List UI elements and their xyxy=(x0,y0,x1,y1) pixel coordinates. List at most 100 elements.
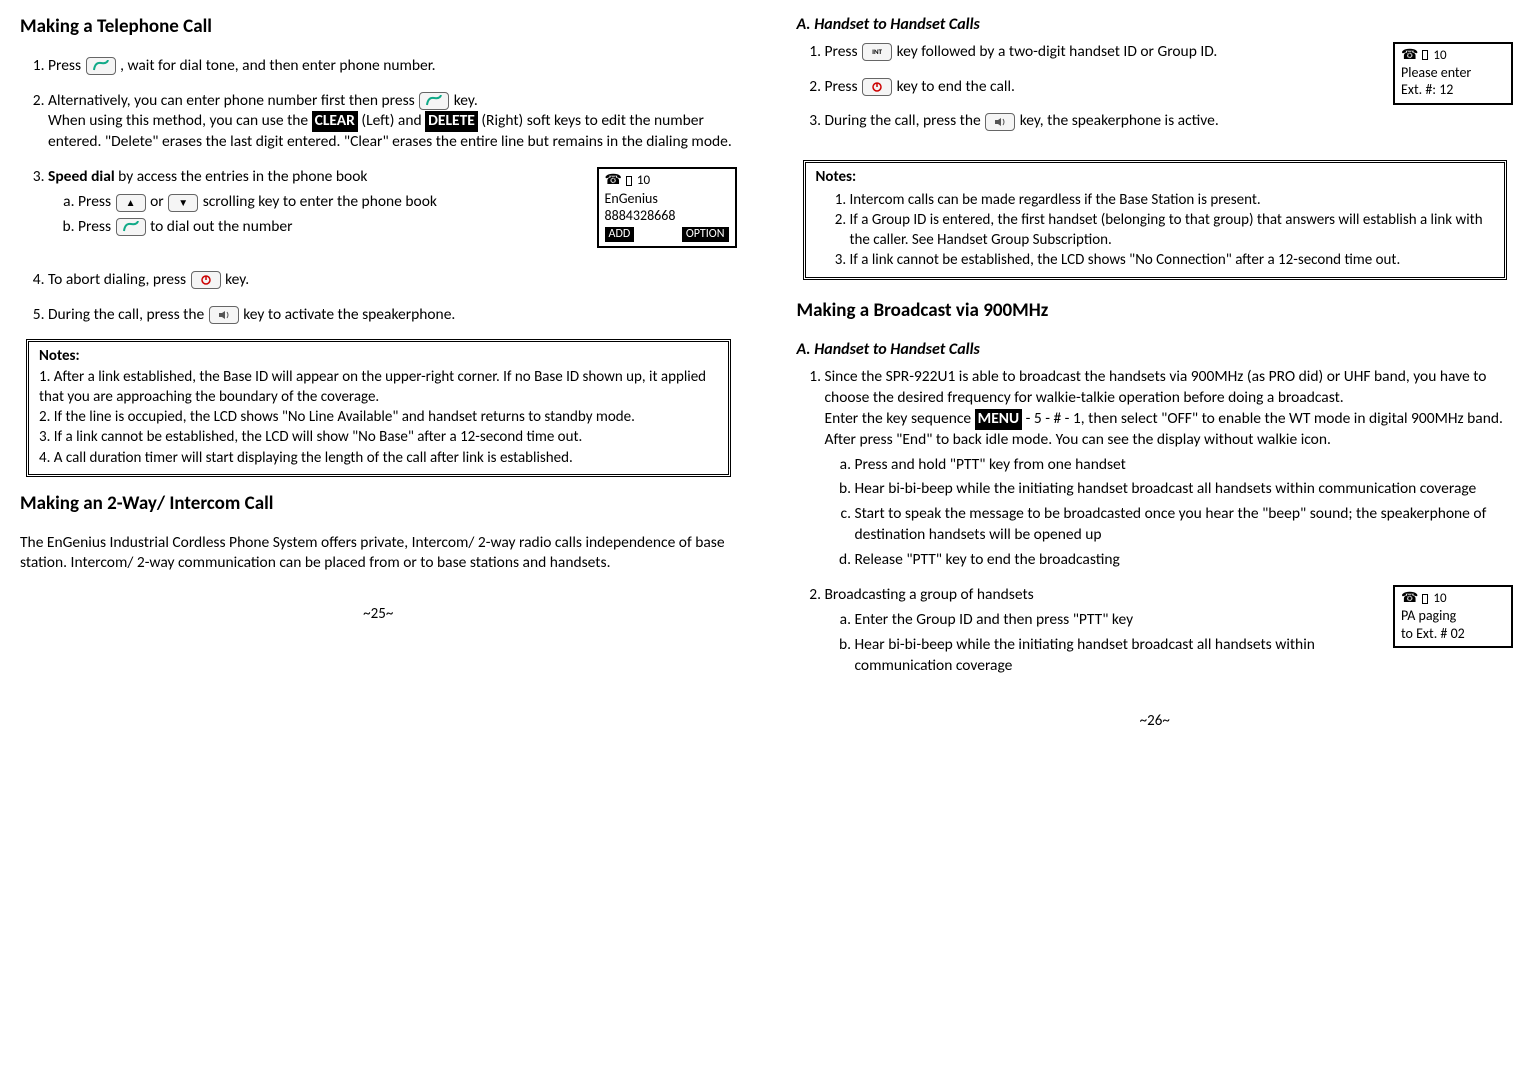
text: Alternatively, you can enter phone numbe… xyxy=(48,91,418,110)
intercom-intro: The EnGenius Industrial Cordless Phone S… xyxy=(20,533,737,575)
menu-softkey: MENU xyxy=(975,409,1022,430)
lcd-pa: ☎ 10 PA paging to Ext. # 02 xyxy=(1393,585,1513,648)
notes-title: Notes: xyxy=(816,167,1495,187)
speaker-key-icon xyxy=(985,113,1015,131)
speed-dial-label: Speed dial xyxy=(48,167,115,186)
r-note-2: If a Group ID is entered, the first hand… xyxy=(850,210,1495,251)
text: scrolling key to enter the phone book xyxy=(203,192,437,211)
end-key-icon xyxy=(862,78,892,96)
lcd-speed-dial: ☎ 10 EnGenius 8884328668 ADD OPTION xyxy=(597,167,737,247)
lcd-line2: to Ext. # 02 xyxy=(1401,625,1505,643)
lcd-id: 10 xyxy=(1433,48,1446,63)
page-25: Making a Telephone Call Press , wait for… xyxy=(20,10,737,731)
lcd-line2: 8884328668 xyxy=(605,207,729,225)
text: (Left) and xyxy=(361,111,425,130)
heading-handset-calls-a2: A. Handset to Handset Calls xyxy=(797,339,1514,361)
text: key to activate the speakerphone. xyxy=(243,305,455,324)
text: by access the entries in the phone book xyxy=(115,167,368,186)
text: Press xyxy=(825,77,862,96)
step-4: To abort dialing, press key. xyxy=(48,270,737,291)
call-steps: Press , wait for dial tone, and then ent… xyxy=(20,56,737,326)
r-note-3: If a link cannot be established, the LCD… xyxy=(850,250,1495,270)
step-2: Alternatively, you can enter phone numbe… xyxy=(48,91,737,154)
end-key-icon xyxy=(191,271,221,289)
text: During the call, press the xyxy=(48,305,208,324)
flash-key-icon xyxy=(419,92,449,110)
battery-icon xyxy=(1422,594,1428,604)
note-4: 4. A call duration timer will start disp… xyxy=(39,448,718,468)
lcd-line2: Ext. #: 12 xyxy=(1401,81,1505,99)
flash-key-icon xyxy=(116,218,146,236)
b-step-1a: Press and hold "PTT" key from one handse… xyxy=(855,455,1514,476)
battery-icon xyxy=(626,176,632,186)
softkey-option: OPTION xyxy=(682,227,729,242)
text: key. xyxy=(454,91,478,110)
text: key. xyxy=(225,270,249,289)
notes-box-right: Notes: Intercom calls can be made regard… xyxy=(803,160,1508,279)
text: Press xyxy=(78,217,115,236)
broadcast-steps: Since the SPR-922U1 is able to broadcast… xyxy=(797,367,1514,681)
speaker-key-icon xyxy=(209,306,239,324)
text: Enter the Group ID and then press xyxy=(855,610,1073,629)
text: When using this method, you can use the xyxy=(48,111,312,130)
text: key, the speakerphone is active. xyxy=(1020,111,1219,130)
b-step-1c: Start to speak the message to be broadca… xyxy=(855,504,1514,546)
heading-intercom: Making an 2-Way/ Intercom Call xyxy=(20,491,737,517)
text: key followed by a two-digit handset ID o… xyxy=(897,42,1218,61)
text: After press "End" to back idle mode. You… xyxy=(825,430,1331,449)
text: , wait for dial tone, and then enter pho… xyxy=(120,56,435,75)
heading-handset-calls-a: A. Handset to Handset Calls xyxy=(797,14,1514,36)
text: Press xyxy=(78,192,115,211)
page-26: A. Handset to Handset Calls ☎ 10 Please … xyxy=(797,10,1514,731)
phone-icon: ☎ xyxy=(1401,46,1418,63)
down-key-icon: ▼ xyxy=(168,194,198,212)
text: To abort dialing, press xyxy=(48,270,190,289)
b-step-1d: Release "PTT" key to end the broadcastin… xyxy=(855,550,1514,571)
text: Press xyxy=(825,42,862,61)
softkey-add: ADD xyxy=(605,227,635,242)
phone-icon: ☎ xyxy=(605,171,622,188)
up-key-icon: ▲ xyxy=(116,194,146,212)
text: key to end the call. xyxy=(897,77,1015,96)
lcd-ext: ☎ 10 Please enter Ext. #: 12 xyxy=(1393,42,1513,105)
step-5: During the call, press the key to activa… xyxy=(48,305,737,326)
clear-softkey: CLEAR xyxy=(312,111,358,132)
notes-title: Notes: xyxy=(39,346,718,366)
notes-box-left: Notes: 1. After a link established, the … xyxy=(26,339,731,477)
b-step-1: Since the SPR-922U1 is able to broadcast… xyxy=(825,367,1514,571)
ptt-key: "PTT" xyxy=(1073,610,1109,629)
step-1: Press , wait for dial tone, and then ent… xyxy=(48,56,737,77)
note-2: 2. If the line is occupied, the LCD show… xyxy=(39,407,718,427)
b-step-1b: Hear bi-bi-beep while the initiating han… xyxy=(855,479,1514,500)
lcd-id: 10 xyxy=(637,173,650,188)
page-number-25: ~25~ xyxy=(20,604,737,624)
text: Press xyxy=(48,56,85,75)
flash-key-icon xyxy=(86,57,116,75)
battery-icon xyxy=(1422,50,1428,60)
delete-softkey: DELETE xyxy=(425,111,478,132)
int-key-icon: INT xyxy=(862,43,892,61)
text: During the call, press the xyxy=(825,111,985,130)
text: Broadcasting a group of handsets xyxy=(825,585,1034,604)
text: - 5 - # - 1, then select "OFF" to enable… xyxy=(1026,409,1503,428)
note-1: 1. After a link established, the Base ID… xyxy=(39,367,718,408)
r-note-1: Intercom calls can be made regardless if… xyxy=(850,190,1495,210)
page-spread: Making a Telephone Call Press , wait for… xyxy=(20,10,1513,731)
b-step-2: ☎ 10 PA paging to Ext. # 02 Broadcasting… xyxy=(825,585,1514,681)
phone-icon: ☎ xyxy=(1401,589,1418,606)
text: Enter the key sequence xyxy=(825,409,975,428)
step-3: ☎ 10 EnGenius 8884328668 ADD OPTION Spee… xyxy=(48,167,737,255)
r-step-3: During the call, press the key, the spea… xyxy=(825,111,1514,132)
text: key xyxy=(1108,610,1133,629)
note-3: 3. If a link cannot be established, the … xyxy=(39,427,718,447)
heading-telephone-call: Making a Telephone Call xyxy=(20,14,737,40)
page-number-26: ~26~ xyxy=(797,711,1514,731)
lcd-line1: Please enter xyxy=(1401,64,1505,82)
text: Since the SPR-922U1 is able to broadcast… xyxy=(825,367,1487,407)
text: to dial out the number xyxy=(150,217,292,236)
text: or xyxy=(150,192,167,211)
lcd-line1: EnGenius xyxy=(605,190,729,208)
lcd-line1: PA paging xyxy=(1401,607,1505,625)
lcd-id: 10 xyxy=(1433,591,1446,606)
heading-broadcast: Making a Broadcast via 900MHz xyxy=(797,298,1514,324)
